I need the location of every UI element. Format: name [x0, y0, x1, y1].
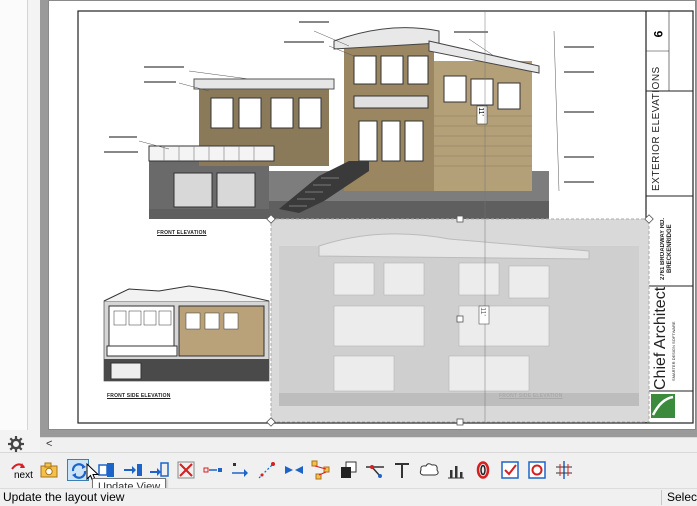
zero-circle-button[interactable] [472, 459, 494, 481]
bar-chart-button[interactable] [445, 459, 467, 481]
delete-button[interactable] [175, 459, 197, 481]
side-elevation-caption: FRONT SIDE ELEVATION [107, 393, 171, 399]
side-panel-scroll-area[interactable] [0, 0, 28, 430]
sheet-number: 6 [651, 30, 666, 38]
cloud-icon [419, 463, 439, 476]
cloud-button[interactable] [418, 459, 440, 481]
crosshair-grid-icon [556, 461, 572, 479]
branch-lines-icon [366, 465, 384, 478]
logo-subtext: SMARTER DESIGN SOFTWARE [671, 321, 676, 381]
dimension-arrow-icon [232, 463, 248, 477]
sparkle-dots-button[interactable] [256, 459, 278, 481]
gear-icon[interactable] [7, 435, 25, 453]
status-divider [661, 490, 662, 505]
zero-circle-icon [476, 461, 490, 479]
front-elevation-house [104, 21, 594, 219]
horizontal-scrollbar[interactable]: < [40, 437, 697, 453]
arrows-converge-icon [285, 466, 303, 474]
dimension-points-icon [203, 467, 222, 473]
layout-viewport[interactable]: 11' 11' 6 EXTERIOR ELEVATIONS 2761 BROAD… [40, 0, 697, 437]
dimension-points-button[interactable] [202, 459, 224, 481]
sheet-title: EXTERIOR ELEVATIONS [651, 66, 662, 191]
side-elevation-house [103, 285, 270, 382]
branch-lines-button[interactable] [364, 459, 386, 481]
node-graph-icon [311, 460, 330, 480]
status-bar: Update the layout view Select [0, 488, 697, 506]
text-t-icon [395, 463, 409, 478]
text-button[interactable] [391, 459, 413, 481]
layout-sheet: 11' 11' 6 EXTERIOR ELEVATIONS 2761 BROAD… [48, 0, 696, 430]
scroll-left-arrow[interactable]: < [46, 438, 52, 450]
node-graph-button[interactable] [310, 459, 332, 481]
checkbox-icon [501, 461, 519, 479]
status-right-text: Select [667, 490, 697, 504]
elevation-drawing [77, 10, 694, 427]
crosshair-grid-button[interactable] [553, 459, 575, 481]
sparkle-dots-icon [258, 462, 275, 479]
layer-stack-button[interactable] [337, 459, 359, 481]
sheet-address: 2761 BROADWAY RD. BRECKENRIDGE [660, 214, 674, 284]
logo-text: Chief Architect [652, 286, 669, 390]
bar-chart-icon [448, 466, 464, 479]
checkbox-button[interactable] [499, 459, 521, 481]
next-label: next [14, 470, 33, 481]
dimension-arrow-button[interactable] [229, 459, 251, 481]
arrows-converge-button[interactable] [283, 459, 305, 481]
camera-icon [40, 462, 58, 478]
dimension-label: 11' [476, 107, 484, 116]
delete-x-icon [177, 461, 195, 479]
sheet-address-line1: 2761 BROADWAY RD. [660, 217, 666, 281]
ring-box-button[interactable] [526, 459, 548, 481]
ghost-elevation-caption: FRONT SIDE ELEVATION [499, 393, 563, 399]
side-panel [0, 0, 40, 458]
camera-button[interactable] [38, 459, 60, 481]
dimension-label-ghost: 11' [478, 307, 486, 316]
sheet-address-line2: BRECKENRIDGE [667, 224, 673, 274]
front-elevation-caption: FRONT ELEVATION [157, 230, 207, 236]
layer-stack-icon [341, 461, 357, 478]
ring-box-icon [528, 461, 546, 479]
status-message: Update the layout view [3, 490, 125, 504]
